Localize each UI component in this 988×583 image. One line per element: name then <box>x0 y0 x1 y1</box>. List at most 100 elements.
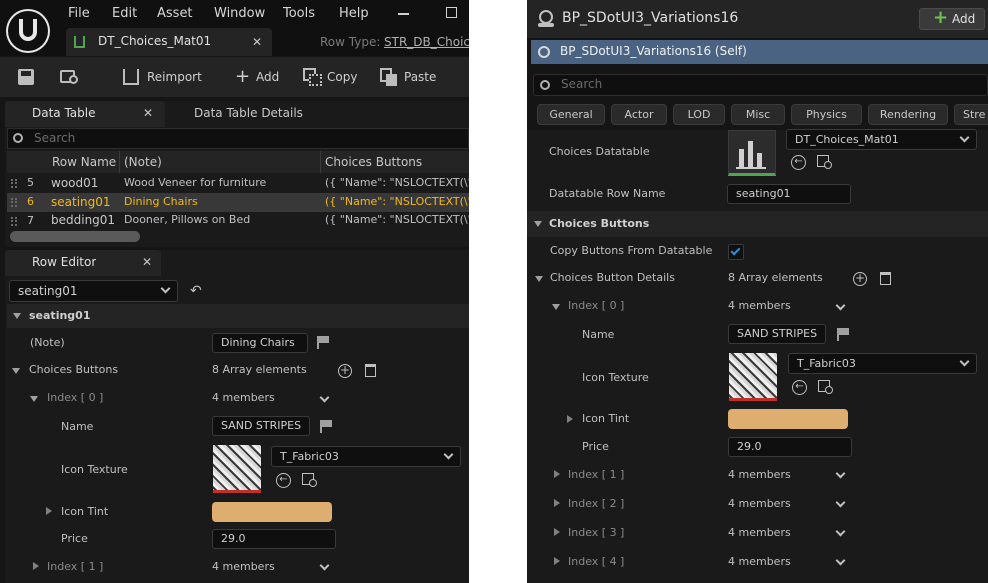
column-header-row-name[interactable]: Row Name <box>52 155 116 169</box>
datatable-thumbnail[interactable] <box>728 130 776 176</box>
flag-icon[interactable] <box>317 336 329 349</box>
document-tab[interactable]: DT_Choices_Mat01 ✕ <box>66 28 272 56</box>
icon-texture-dropdown[interactable]: T_Fabric03 <box>271 446 461 467</box>
expand-arrow-icon[interactable] <box>554 470 560 478</box>
add-element-icon[interactable]: + <box>338 364 352 378</box>
datatable-doc-icon <box>74 36 85 48</box>
add-component-button[interactable]: + Add <box>919 7 985 30</box>
index-2-value: 4 members <box>728 497 791 510</box>
trash-icon[interactable] <box>880 272 891 285</box>
close-tab-icon[interactable]: ✕ <box>252 35 262 49</box>
price-label: Price <box>61 532 88 545</box>
close-tab-icon[interactable]: ✕ <box>142 255 152 269</box>
fabric-texture-thumbnail[interactable] <box>729 353 777 401</box>
datatable-value: DT_Choices_Mat01 <box>795 133 899 146</box>
table-row-selected[interactable]: 6 seating01 Dining Chairs ({ "Name": "NS… <box>7 193 469 212</box>
row-choices-buttons: ({ "Name": "NSLOCTEXT(\"[ <box>325 195 469 208</box>
tab-row-editor[interactable]: Row Editor ✕ <box>5 250 161 276</box>
index-1-value: 4 members <box>728 468 791 481</box>
expand-arrow-icon[interactable] <box>554 499 560 507</box>
drag-handle-icon[interactable] <box>11 198 17 207</box>
menu-file[interactable]: File <box>68 6 90 21</box>
icon-texture-dropdown[interactable]: T_Fabric03 <box>788 353 977 374</box>
expand-arrow-icon[interactable] <box>12 368 20 374</box>
expand-arrow-icon[interactable] <box>13 313 21 319</box>
browse-asset-icon[interactable] <box>60 68 80 86</box>
menu-asset[interactable]: Asset <box>157 6 193 21</box>
filter-tab-lod[interactable]: LOD <box>673 104 725 125</box>
expand-arrow-icon[interactable] <box>554 557 560 565</box>
filter-tab-actor[interactable]: Actor <box>611 104 667 125</box>
save-icon[interactable] <box>18 69 34 85</box>
expand-arrow-icon[interactable] <box>567 415 573 423</box>
tab-data-table[interactable]: Data Table ✕ <box>5 101 165 127</box>
self-row-selected[interactable]: BP_SDotUI3_Variations16 (Self) <box>531 40 988 64</box>
expand-arrow-icon[interactable] <box>46 507 52 515</box>
index-1-label: Index [ 1 ] <box>568 468 625 481</box>
table-row[interactable]: 7 bedding01 Dooner, Pillows on Bed ({ "N… <box>7 212 469 229</box>
unreal-logo-icon[interactable] <box>6 9 50 53</box>
menu-window[interactable]: Window <box>214 6 265 21</box>
row-select-dropdown[interactable]: seating01 <box>9 280 178 302</box>
copy-buttons-checkbox[interactable] <box>728 244 744 260</box>
browse-asset-icon[interactable] <box>302 473 318 488</box>
filter-tab-physics[interactable]: Physics <box>791 104 862 125</box>
add-element-icon[interactable]: + <box>853 272 867 286</box>
expand-arrow-icon[interactable] <box>33 562 39 570</box>
index-1-value: 4 members <box>212 560 275 573</box>
name-field[interactable]: SAND STRIPES <box>212 416 310 436</box>
note-field[interactable]: Dining Chairs <box>212 333 308 353</box>
icon-tint-color-swatch[interactable] <box>728 409 848 429</box>
close-tab-icon[interactable]: ✕ <box>143 106 153 120</box>
chevron-down-icon <box>959 132 970 142</box>
paste-button[interactable]: Paste <box>404 70 436 84</box>
flag-icon[interactable] <box>837 328 849 341</box>
fabric-texture-thumbnail[interactable] <box>213 445 261 493</box>
choices-button-details-count: 8 Array elements <box>728 271 823 284</box>
filter-tab-streaming[interactable]: Stre <box>954 104 988 125</box>
use-selected-arrow-icon[interactable]: ← <box>276 473 291 488</box>
expand-arrow-icon[interactable] <box>535 276 543 282</box>
tab-data-table-details[interactable]: Data Table Details <box>194 106 303 120</box>
table-row[interactable]: 5 wood01 Wood Veneer for furniture ({ "N… <box>7 174 469 193</box>
table-search-bar[interactable] <box>7 128 469 149</box>
name-field[interactable]: SAND STRIPES <box>728 324 826 344</box>
price-field[interactable]: 29.0 <box>728 437 852 457</box>
search-input[interactable]: Search <box>34 131 75 145</box>
search-input[interactable]: Search <box>561 77 602 91</box>
expand-arrow-icon[interactable] <box>30 396 38 402</box>
use-selected-arrow-icon[interactable]: ← <box>791 155 806 170</box>
filter-tab-misc[interactable]: Misc <box>731 104 785 125</box>
copy-button[interactable]: Copy <box>327 70 357 84</box>
menu-tools[interactable]: Tools <box>283 6 315 21</box>
price-field[interactable]: 29.0 <box>212 529 336 549</box>
expand-arrow-icon[interactable] <box>554 528 560 536</box>
icon-tint-color-swatch[interactable] <box>212 502 332 522</box>
row-type-value[interactable]: STR_DB_Choic <box>384 35 469 49</box>
drag-handle-icon[interactable] <box>11 217 17 226</box>
reset-arrow-icon[interactable]: ↶ <box>190 284 202 298</box>
filter-tab-rendering[interactable]: Rendering <box>868 104 948 125</box>
expand-arrow-icon[interactable] <box>534 221 542 227</box>
paste-icon <box>380 68 398 86</box>
flag-icon[interactable] <box>320 420 332 433</box>
menu-edit[interactable]: Edit <box>112 6 137 21</box>
datatable-row-name-field[interactable]: seating01 <box>727 184 851 204</box>
browse-asset-icon[interactable] <box>818 380 834 395</box>
column-header-note[interactable]: (Note) <box>124 155 162 169</box>
maximize-icon[interactable] <box>446 7 457 18</box>
datatable-dropdown[interactable]: DT_Choices_Mat01 <box>786 129 977 150</box>
minimize-icon[interactable] <box>398 13 409 15</box>
use-selected-arrow-icon[interactable]: ← <box>792 380 807 395</box>
filter-tab-general[interactable]: General <box>537 104 605 125</box>
column-header-choices-buttons[interactable]: Choices Buttons <box>325 155 422 169</box>
reimport-button[interactable]: Reimport <box>147 70 202 84</box>
browse-asset-icon[interactable] <box>817 155 833 170</box>
add-row-button[interactable]: Add <box>256 70 279 84</box>
row-index: 7 <box>27 214 34 227</box>
trash-icon[interactable] <box>365 364 376 377</box>
menu-help[interactable]: Help <box>339 6 369 21</box>
horizontal-scrollbar[interactable] <box>10 231 140 242</box>
drag-handle-icon[interactable] <box>11 179 17 188</box>
expand-arrow-icon[interactable] <box>552 304 560 310</box>
